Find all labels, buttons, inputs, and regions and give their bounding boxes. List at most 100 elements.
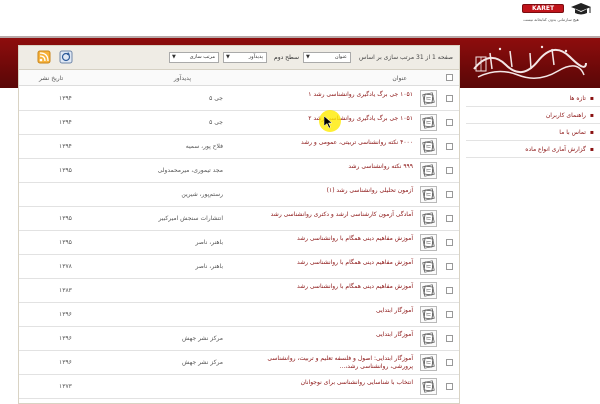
table-row: آموزگار ابتدایی ۱۳۹۶: [19, 303, 459, 327]
book-icon[interactable]: [420, 114, 437, 131]
row-checkbox[interactable]: [446, 167, 453, 174]
row-title-link[interactable]: آزمون تحلیلی روانشناسی رشد (۱): [243, 187, 413, 195]
row-title-link[interactable]: آموزگار ابتدایی: [243, 307, 413, 315]
table-row: انتخاب با شناسایی روانشناسی برای نوجوانا…: [19, 375, 459, 399]
book-icon[interactable]: [420, 234, 437, 251]
row-date: ۱۳۹۵: [59, 215, 72, 222]
row-date: ۱۳۹۶: [59, 311, 72, 318]
row-title-link[interactable]: آموزگار ابتدایی: اصول و فلسفه تعلیم و تر…: [243, 355, 413, 371]
row-checkbox[interactable]: [446, 359, 453, 366]
row-title-link[interactable]: ۴۰۰۰ نکته روانشناسی تربیتی، عمومی و رشد: [243, 139, 413, 147]
row-author: مرکز نشر جهش: [182, 335, 223, 342]
row-author: رستم‌پور، شیرین: [181, 191, 223, 198]
row-checkbox[interactable]: [446, 383, 453, 390]
table-row: ۹۹۹ نکته روانشناسی رشد مجد تیموری، میرمحم…: [19, 159, 459, 183]
row-title-link[interactable]: ۱۰۵۱ جی برگ یادگیری روانشناسی رشد ۱: [243, 91, 413, 99]
row-title-link[interactable]: آمادگی آزمون کارشناسی ارشد و دکتری روانش…: [243, 211, 413, 219]
sort-order-select[interactable]: مرتب سازی ▼: [169, 52, 219, 63]
table-row: ۱۰۵۱ جی برگ یادگیری روانشناسی رشد ۲ جی ۵۱…: [19, 111, 459, 135]
row-title-link[interactable]: ۹۹۹ نکته روانشناسی رشد: [243, 163, 413, 171]
sidebar-item-news[interactable]: ▪ تازه ها: [466, 90, 600, 107]
book-icon[interactable]: [420, 258, 437, 275]
refresh-icon[interactable]: [59, 50, 73, 64]
row-author: انتشارات سنجش امیرکبیر: [158, 215, 223, 222]
book-icon[interactable]: [420, 90, 437, 107]
row-date: ۱۳۹۴: [59, 143, 72, 150]
sidebar-item-label: تازه ها: [569, 94, 586, 102]
sort-toolbar: صفحه 1 از 31 مرتب سازی بر اساس عنوان ▼ س…: [19, 46, 459, 70]
row-date: ۱۳۷۳: [59, 383, 72, 390]
sidebar-item-label: راهنمای کاربران: [545, 111, 586, 119]
row-author: فلاح پور، سمیه: [185, 143, 223, 150]
row-checkbox[interactable]: [446, 119, 453, 126]
sidebar-item-stats-report[interactable]: ▪ گزارش آماری انواع ماده: [466, 141, 600, 158]
row-checkbox[interactable]: [446, 311, 453, 318]
column-header-date[interactable]: تاریخ نشر: [39, 75, 63, 82]
row-title-link[interactable]: انتخاب با شناسایی روانشناسی برای نوجوانا…: [243, 379, 413, 387]
bullet-icon: ▪: [589, 111, 594, 119]
row-date: ۱۳۸۳: [59, 287, 72, 294]
table-row: آزمون تحلیلی روانشناسی رشد (۱) رستم‌پور، …: [19, 183, 459, 207]
table-row: آموزش مفاهیم دینی همگام با روانشناسی رشد…: [19, 231, 459, 255]
top-header: KARET هیچ سازمانی بدون کتابخانه نیست: [0, 0, 600, 36]
row-date: ۱۳۹۴: [59, 95, 72, 102]
chevron-down-icon: ▼: [172, 54, 176, 60]
book-icon[interactable]: [420, 378, 437, 395]
cursor-arrow-icon: [324, 116, 333, 128]
table-header: عنوان پدیدآور تاریخ نشر: [19, 70, 459, 86]
sidebar: ▪ تازه ها ▪ راهنمای کاربران ▪ تماس با ما…: [466, 90, 600, 404]
sort-field-select[interactable]: عنوان ▼: [303, 52, 351, 63]
book-icon[interactable]: [420, 210, 437, 227]
column-header-title[interactable]: عنوان: [392, 75, 407, 82]
book-icon[interactable]: [420, 138, 437, 155]
row-date: ۱۳۹۶: [59, 335, 72, 342]
row-checkbox[interactable]: [446, 95, 453, 102]
book-icon[interactable]: [420, 306, 437, 323]
row-checkbox[interactable]: [446, 191, 453, 198]
sidebar-item-contact[interactable]: ▪ تماس با ما: [466, 124, 600, 141]
book-icon[interactable]: [420, 162, 437, 179]
row-checkbox[interactable]: [446, 287, 453, 294]
table-row: آموزش مفاهیم دینی همگام با روانشناسی رشد…: [19, 279, 459, 303]
row-title-link[interactable]: آموزش مفاهیم دینی همگام با روانشناسی رشد: [243, 259, 413, 267]
column-header-author[interactable]: پدیدآور: [174, 75, 191, 82]
rss-icon[interactable]: [37, 50, 51, 64]
table-row: ۴۰۰۰ نکته روانشناسی تربیتی، عمومی و رشد ف…: [19, 135, 459, 159]
sidebar-item-user-guide[interactable]: ▪ راهنمای کاربران: [466, 107, 600, 124]
row-author: باهنر، ناصر: [195, 263, 223, 270]
sidebar-item-label: گزارش آماری انواع ماده: [525, 145, 586, 153]
sort-field2-select[interactable]: پدیدآور ▼: [223, 52, 267, 63]
book-icon[interactable]: [420, 186, 437, 203]
row-author: جی ۵: [209, 119, 223, 126]
book-icon[interactable]: [420, 330, 437, 347]
chevron-down-icon: ▼: [306, 54, 310, 60]
row-title-link[interactable]: آموزگار ابتدایی: [243, 331, 413, 339]
sort-order-value: مرتب سازی: [189, 54, 215, 60]
bullet-icon: ▪: [589, 145, 594, 153]
sort-field2-value: پدیدآور: [248, 54, 263, 60]
row-title-link[interactable]: آموزش مفاهیم دینی همگام با روانشناسی رشد: [243, 235, 413, 243]
table-row: آموزگار ابتدایی مرکز نشر جهش ۱۳۹۶: [19, 327, 459, 351]
row-checkbox[interactable]: [446, 143, 453, 150]
book-icon[interactable]: [420, 354, 437, 371]
row-date: ۱۳۹۶: [59, 359, 72, 366]
karet-subtitle: هیچ سازمانی بدون کتابخانه نیست: [523, 17, 579, 22]
table-row: آمادگی آزمون کارشناسی ارشد و دکتری روانش…: [19, 207, 459, 231]
row-date: ۱۳۹۴: [59, 119, 72, 126]
table-row: ۱۰۵۱ جی برگ یادگیری روانشناسی رشد ۱ جی ۵ ۱…: [19, 87, 459, 111]
select-all-checkbox[interactable]: [446, 74, 453, 81]
karet-logo[interactable]: KARET هیچ سازمانی بدون کتابخانه نیست: [510, 2, 592, 30]
book-icon[interactable]: [420, 282, 437, 299]
row-checkbox[interactable]: [446, 263, 453, 270]
row-checkbox[interactable]: [446, 239, 453, 246]
bullet-icon: ▪: [589, 94, 594, 102]
page-info: صفحه 1 از 31 مرتب سازی بر اساس: [359, 54, 453, 61]
row-author: مجد تیموری، میرمحمدولی: [157, 167, 223, 174]
row-author: مرکز نشر جهش: [182, 359, 223, 366]
mouse-cursor: [319, 110, 341, 132]
row-date: ۱۳۹۵: [59, 239, 72, 246]
graduation-cap-icon: [571, 3, 591, 15]
row-checkbox[interactable]: [446, 215, 453, 222]
row-title-link[interactable]: آموزش مفاهیم دینی همگام با روانشناسی رشد: [243, 283, 413, 291]
row-checkbox[interactable]: [446, 335, 453, 342]
